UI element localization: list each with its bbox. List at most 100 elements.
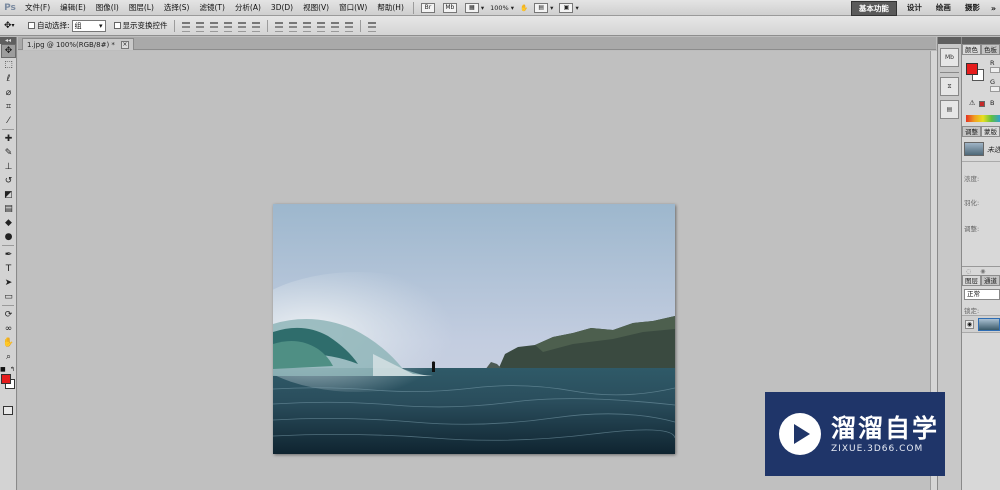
menu-layer[interactable]: 图层(L) [124, 0, 159, 16]
zoom-tool-icon[interactable]: ⌕ [1, 350, 16, 364]
swap-colors-icon[interactable]: ↰ [10, 366, 15, 373]
path-selection-tool-icon[interactable]: ➤ [1, 276, 16, 290]
auto-align-icon[interactable] [366, 21, 378, 32]
workspace-design[interactable]: 设计 [900, 0, 929, 16]
visibility-icon[interactable]: ◉ [980, 268, 985, 275]
menu-file[interactable]: 文件(F) [20, 0, 55, 16]
tab-color[interactable]: 颜色 [962, 44, 981, 54]
mask-thumbnail[interactable] [964, 142, 984, 156]
align-right-icon[interactable] [250, 21, 262, 32]
crop-tool-icon[interactable]: ⌗ [1, 100, 16, 114]
distribute-hcenter-icon[interactable] [329, 21, 341, 32]
hand-tool-icon[interactable]: ✋ [1, 336, 16, 350]
menu-3d[interactable]: 3D(D) [266, 0, 298, 16]
tab-adjustments[interactable]: 调整 [962, 126, 981, 136]
default-colors-icon[interactable]: ■ [0, 366, 6, 373]
hand-tool-button[interactable]: ✋ [517, 1, 531, 15]
dock-collapse-icon[interactable] [938, 37, 961, 44]
pen-tool-icon[interactable]: ✒ [1, 248, 16, 262]
panels-collapse-icon[interactable] [962, 37, 1000, 44]
menu-edit[interactable]: 编辑(E) [55, 0, 91, 16]
distribute-bottom-icon[interactable] [301, 21, 313, 32]
brush-tool-icon[interactable]: ✎ [1, 146, 16, 160]
quick-mask-icon[interactable] [3, 406, 13, 415]
foreground-color-swatch[interactable] [1, 374, 11, 384]
history-brush-tool-icon[interactable]: ↺ [1, 174, 16, 188]
auto-select-dropdown[interactable]: 组 ▾ [71, 19, 106, 32]
blend-mode-select[interactable]: 正常 [964, 289, 1000, 300]
gamut-color-swatch[interactable] [979, 101, 985, 107]
workspace-painting[interactable]: 绘画 [929, 0, 958, 16]
tab-swatches[interactable]: 色板 [981, 44, 1000, 54]
auto-select-checkbox[interactable] [28, 22, 35, 29]
options-bar: ✥ ▾ 自动选择: 组 ▾ 显示变换控件 [0, 16, 1000, 36]
history-panel-icon[interactable]: ⧖ [940, 77, 959, 96]
menu-image[interactable]: 图像(I) [91, 0, 124, 16]
shape-tool-icon[interactable]: ▭ [1, 290, 16, 304]
document-image[interactable] [273, 204, 675, 454]
zoom-level-select[interactable]: 100% ▾ [487, 1, 517, 15]
load-selection-icon[interactable]: ◌ [966, 268, 971, 275]
quick-select-tool-icon[interactable]: ⌀ [1, 86, 16, 100]
menu-filter[interactable]: 滤镜(T) [195, 0, 230, 16]
eraser-tool-icon[interactable]: ◩ [1, 188, 16, 202]
healing-brush-tool-icon[interactable]: ✚ [1, 132, 16, 146]
menu-view[interactable]: 视图(V) [298, 0, 334, 16]
menu-analysis[interactable]: 分析(A) [230, 0, 266, 16]
distribute-top-icon[interactable] [273, 21, 285, 32]
lasso-tool-icon[interactable]: ℓ [1, 72, 16, 86]
3d-rotate-tool-icon[interactable]: ⟳ [1, 308, 16, 322]
3d-orbit-tool-icon[interactable]: ∞ [1, 322, 16, 336]
align-bottom-icon[interactable] [208, 21, 220, 32]
panel-divider [962, 161, 1000, 162]
eyedropper-tool-icon[interactable]: ⁄ [1, 114, 16, 128]
minibridge-button[interactable]: Mb [440, 1, 462, 15]
move-tool-icon[interactable]: ✥ [1, 44, 16, 58]
dock-separator [940, 72, 959, 73]
more-workspaces-icon[interactable]: » [987, 4, 1000, 13]
gradient-tool-icon[interactable]: ▤ [1, 202, 16, 216]
screen-mode-button[interactable]: ▣ ▾ [556, 1, 581, 15]
view-extras-button[interactable]: ▦ ▾ [462, 1, 487, 15]
workspace-essentials[interactable]: 基本功能 [850, 0, 897, 16]
menu-window[interactable]: 窗口(W) [334, 0, 372, 16]
g-slider[interactable] [990, 86, 1000, 92]
workspace-photography[interactable]: 摄影 [958, 0, 987, 16]
menu-select[interactable]: 选择(S) [159, 0, 195, 16]
color-foreground-swatch[interactable] [966, 63, 978, 75]
watermark-url: ZIXUE.3D66.COM [831, 444, 924, 454]
tab-channels[interactable]: 通道 [981, 275, 1000, 285]
color-ramp[interactable] [966, 115, 1000, 122]
menu-help[interactable]: 帮助(H) [372, 0, 409, 16]
align-vcenter-icon[interactable] [194, 21, 206, 32]
r-label: R [990, 59, 995, 67]
tool-preset-picker[interactable]: ✥ ▾ [4, 21, 28, 31]
minibridge-panel-icon[interactable]: Mb [940, 48, 959, 67]
layers-panel-tabs: 图层 通道 [962, 275, 1000, 286]
toolbar-collapse-icon[interactable]: ◂◂ [0, 37, 16, 44]
eye-icon[interactable]: ◉ [965, 320, 974, 329]
close-icon[interactable]: × [120, 40, 129, 49]
align-left-icon[interactable] [222, 21, 234, 32]
gamut-warning-icon[interactable]: ⚠ [969, 99, 975, 107]
distribute-vcenter-icon[interactable] [287, 21, 299, 32]
clone-stamp-tool-icon[interactable]: ⊥ [1, 160, 16, 174]
distribute-left-icon[interactable] [315, 21, 327, 32]
show-transform-checkbox[interactable] [113, 22, 121, 29]
marquee-tool-icon[interactable]: ⬚ [1, 58, 16, 72]
distribute-right-icon[interactable] [343, 21, 355, 32]
dodge-tool-icon[interactable]: ● [1, 230, 16, 244]
bridge-button[interactable]: Br [418, 1, 440, 15]
document-tab[interactable]: 1.jpg @ 100%(RGB/8#) * × [22, 38, 134, 50]
arrange-documents-button[interactable]: ▤ ▾ [531, 1, 556, 15]
r-slider[interactable] [990, 67, 1000, 73]
layer-row[interactable]: ◉ [962, 315, 1000, 333]
tab-masks[interactable]: 蒙版 [981, 126, 1000, 136]
align-top-icon[interactable] [180, 21, 192, 32]
blur-tool-icon[interactable]: ◆ [1, 216, 16, 230]
type-tool-icon[interactable]: T [1, 262, 16, 276]
tab-layers[interactable]: 图层 [962, 275, 981, 285]
actions-panel-icon[interactable]: ▤ [940, 100, 959, 119]
align-hcenter-icon[interactable] [236, 21, 248, 32]
minibridge-icon: Mb [442, 2, 457, 13]
